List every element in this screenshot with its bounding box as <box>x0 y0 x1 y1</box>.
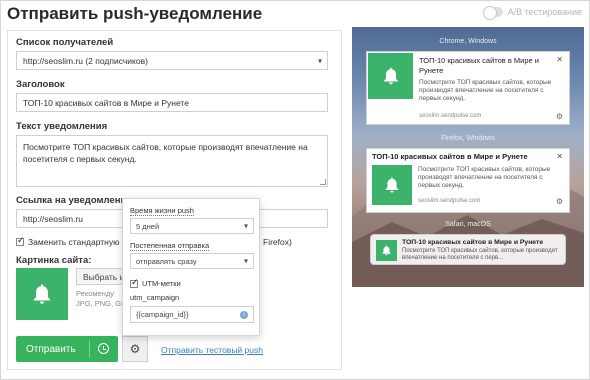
replace-standard-label: Заменить стандартную <box>28 237 120 247</box>
utm-campaign-value: {{campaign_id}} <box>136 310 189 319</box>
image-hint-line1: Рекоменду <box>76 289 114 298</box>
utm-checkbox-label: UTM-метки <box>142 279 181 288</box>
safari-notification-title: ТОП-10 красивых сайтов в Мире и Рунете <box>402 239 544 246</box>
firefox-os-label: Firefox, Windows <box>441 135 495 142</box>
chrome-notification-body: Посмотрите ТОП красивых сайтов, которые … <box>419 79 552 102</box>
send-button[interactable]: Отправить <box>16 336 118 362</box>
title-label: Заголовок <box>16 79 65 90</box>
image-label: Картинка сайта: <box>16 255 92 266</box>
send-settings-popup: Время жизни push 5 дней Постепенная отпр… <box>122 198 260 336</box>
recipients-value: http://seoslim.ru (2 подписчиков) <box>23 55 148 66</box>
recipients-select[interactable]: http://seoslim.ru (2 подписчиков) <box>16 51 328 70</box>
ttl-select[interactable]: 5 дней <box>130 218 254 234</box>
chrome-notification-title: ТОП-10 красивых сайтов в Мире и Рунете <box>419 56 539 75</box>
safari-notification: ТОП-10 красивых сайтов в Мире и Рунете П… <box>370 234 566 265</box>
gradual-select[interactable]: отправлять сразу <box>130 253 254 269</box>
close-icon[interactable]: ✕ <box>556 55 563 64</box>
text-label: Текст уведомления <box>16 121 108 132</box>
gear-icon: ⚙ <box>129 342 141 356</box>
bell-icon <box>382 245 391 256</box>
replace-standard-label-tail-wrap: Firefox) <box>263 237 292 247</box>
info-icon[interactable]: i <box>240 310 248 319</box>
bell-icon <box>383 67 398 85</box>
replace-standard-checkbox-row[interactable]: Заменить стандартную <box>16 235 120 247</box>
replace-standard-label-tail: Firefox) <box>263 237 292 247</box>
gradual-label: Постепенная отправка <box>130 241 210 251</box>
firefox-notification-title: ТОП-10 красивых сайтов в Мире и Рунете <box>372 152 528 161</box>
link-input-value: http://seoslim.ru <box>23 213 83 224</box>
image-hint-line2: JPG, PNG, GIF <box>76 299 128 308</box>
safari-notification-image <box>376 240 397 261</box>
chrome-notification-site: seoslim.sendpulse.com <box>419 113 482 119</box>
send-button-label: Отправить <box>26 343 76 355</box>
gradual-value: отправлять сразу <box>136 256 197 266</box>
firefox-notification: ТОП-10 красивых сайтов в Мире и Рунете ✕… <box>366 148 570 213</box>
bell-icon <box>385 177 399 193</box>
text-textarea[interactable]: Посмотрите ТОП красивых сайтов, которые … <box>16 135 328 187</box>
send-test-push-link[interactable]: Отправить тестовый push <box>161 345 263 355</box>
page-title: Отправить push-уведомление <box>7 4 263 23</box>
chrome-notification-image <box>368 53 413 99</box>
site-image-preview <box>16 268 68 320</box>
choose-image-label: Выбрать и <box>83 271 125 282</box>
firefox-notification-image <box>372 165 412 205</box>
safari-notification-body: Посмотрите ТОП красивых сайтов, которые … <box>402 248 558 261</box>
ab-test-toggle[interactable] <box>482 6 503 20</box>
utm-checkbox-row[interactable]: UTM-метки <box>130 277 181 288</box>
replace-standard-checkbox[interactable] <box>16 235 25 246</box>
utm-checkbox[interactable] <box>130 277 139 288</box>
ttl-label: Время жизни push <box>130 206 194 216</box>
ab-test-label: A/B тестирование <box>507 7 582 17</box>
firefox-notification-site: seoslim.sendpulse.com <box>418 198 481 204</box>
resize-handle[interactable] <box>320 179 326 185</box>
settings-gear-button[interactable]: ⚙ <box>122 336 148 362</box>
chrome-notification: ТОП-10 красивых сайтов в Мире и Рунете П… <box>366 51 570 125</box>
recipients-label: Список получателей <box>16 37 114 48</box>
clock-icon[interactable] <box>98 343 109 354</box>
close-icon[interactable]: ✕ <box>556 152 563 161</box>
gear-icon[interactable]: ⚙ <box>556 197 563 206</box>
link-label: Ссылка на уведомление <box>16 195 132 206</box>
title-input-value: ТОП-10 красивых сайтов в Мире и Рунете <box>23 97 189 108</box>
notification-preview: Chrome, Windows ТОП-10 красивых сайтов в… <box>352 27 584 287</box>
safari-os-label: Safari, macOS <box>445 221 491 228</box>
gear-icon[interactable]: ⚙ <box>556 112 563 121</box>
ttl-value: 5 дней <box>136 221 160 231</box>
chrome-os-label: Chrome, Windows <box>439 38 497 45</box>
send-button-divider <box>89 340 90 358</box>
text-textarea-value: Посмотрите ТОП красивых сайтов, которые … <box>23 142 308 164</box>
utm-campaign-input[interactable]: {{campaign_id}} i <box>130 306 254 323</box>
ab-test-toggle-group[interactable]: A/B тестирование <box>482 6 582 20</box>
title-input[interactable]: ТОП-10 красивых сайтов в Мире и Рунете <box>16 93 328 112</box>
utm-campaign-label: utm_campaign <box>130 293 180 302</box>
firefox-notification-body: Посмотрите ТОП красивых сайтов, которые … <box>418 166 551 189</box>
bell-icon <box>33 284 51 304</box>
